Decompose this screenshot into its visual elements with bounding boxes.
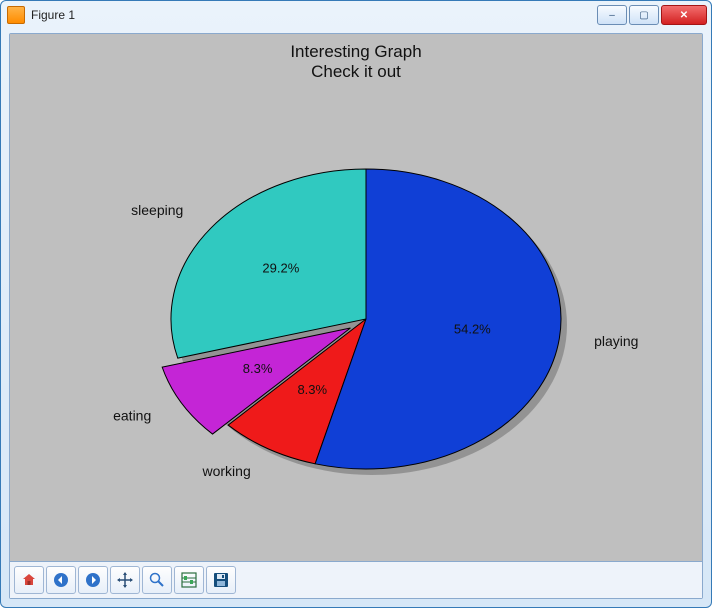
minimize-button[interactable]: –	[597, 5, 627, 25]
home-button[interactable]	[14, 566, 44, 594]
pct-label-sleeping: 29.2%	[262, 260, 299, 275]
move-icon	[117, 572, 133, 588]
figure-window: Figure 1 – ▢ ✕ Interesting Graph Check i…	[0, 0, 712, 608]
pan-button[interactable]	[110, 566, 140, 594]
zoom-button[interactable]	[142, 566, 172, 594]
pie-chart: 29.2% sleeping 8.3% eating 8.3% working 54.2% p…	[10, 34, 704, 559]
window-controls: – ▢ ✕	[597, 5, 707, 25]
back-button[interactable]	[46, 566, 76, 594]
app-icon	[7, 6, 25, 24]
toolbar	[10, 562, 702, 598]
save-icon	[213, 572, 229, 588]
save-button[interactable]	[206, 566, 236, 594]
home-icon	[21, 572, 37, 588]
sliders-icon	[181, 572, 197, 588]
slice-label-playing: playing	[594, 333, 638, 349]
maximize-button[interactable]: ▢	[629, 5, 659, 25]
client-area: Interesting Graph Check it out 29.2%slee…	[9, 33, 703, 599]
pct-label-playing: 54.2%	[454, 321, 491, 336]
pct-label-working: 8.3%	[297, 382, 327, 397]
close-button[interactable]: ✕	[661, 5, 707, 25]
arrow-left-icon	[53, 572, 69, 588]
subplots-button[interactable]	[174, 566, 204, 594]
arrow-right-icon	[85, 572, 101, 588]
slice-label-sleeping: sleeping	[131, 202, 183, 218]
plot-area: Interesting Graph Check it out 29.2%slee…	[10, 34, 702, 562]
forward-button[interactable]	[78, 566, 108, 594]
titlebar: Figure 1 – ▢ ✕	[1, 1, 711, 29]
window-title: Figure 1	[31, 8, 75, 22]
zoom-icon	[149, 572, 165, 588]
slice-label-eating: eating	[113, 407, 151, 423]
slice-label-working: working	[201, 463, 250, 479]
pct-label-eating: 8.3%	[243, 361, 273, 376]
